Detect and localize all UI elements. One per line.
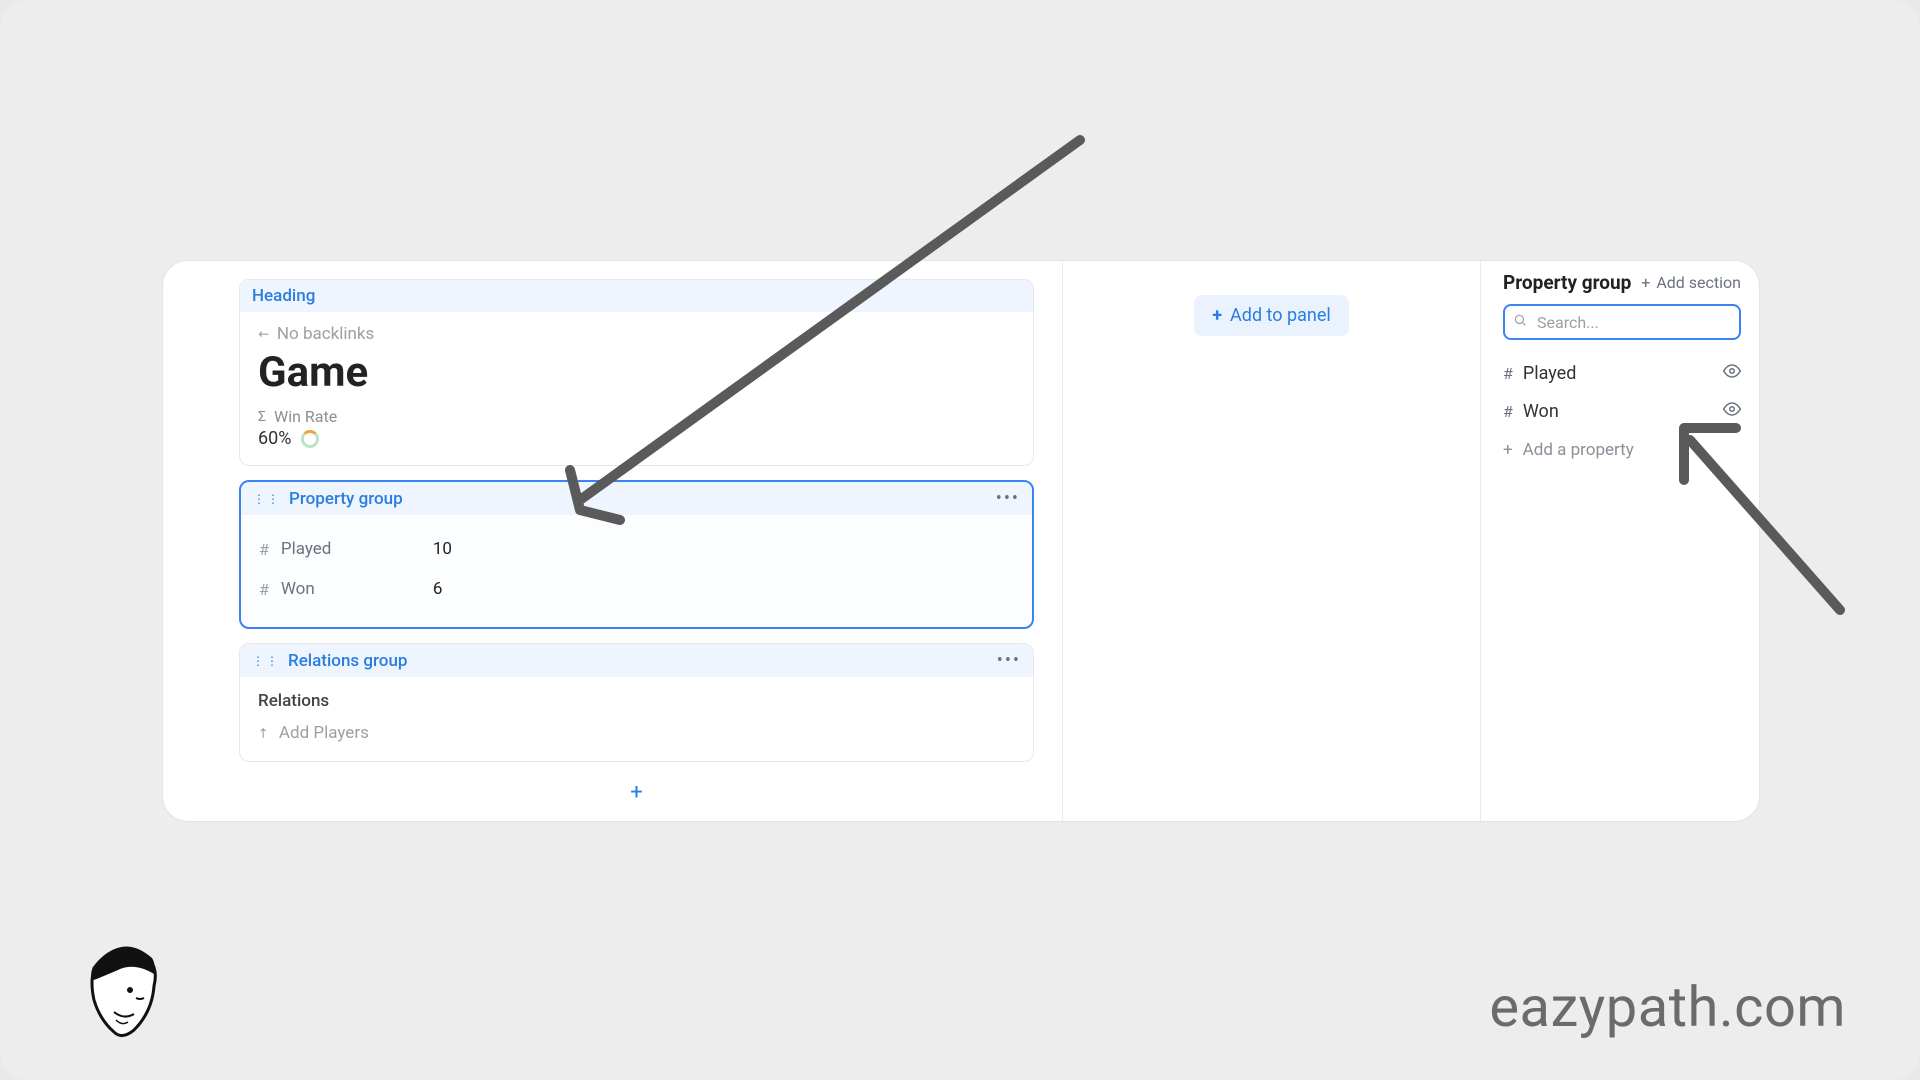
- card-menu-button[interactable]: •••: [997, 650, 1021, 671]
- avatar: [74, 940, 166, 1040]
- property-label: Played: [281, 539, 421, 559]
- add-section-button[interactable]: + Add section: [1641, 273, 1741, 292]
- side-prop-label: Played: [1523, 363, 1577, 384]
- drag-handle-icon[interactable]: [253, 492, 281, 506]
- add-section-label: Add section: [1656, 273, 1741, 292]
- winrate-label: Win Rate: [274, 407, 337, 426]
- add-property-label: Add a property: [1523, 440, 1634, 460]
- number-icon: #: [1503, 364, 1513, 383]
- progress-spinner-icon: [301, 430, 319, 448]
- brand-watermark: eazypath.com: [1489, 974, 1846, 1040]
- property-row-played[interactable]: # Played 10: [259, 529, 1014, 569]
- number-icon: #: [1503, 402, 1513, 421]
- heading-card[interactable]: Heading ↙ No backlinks Game Σ Win Rate 6…: [239, 279, 1034, 466]
- add-relation-label: Add Players: [279, 723, 369, 743]
- middle-column: + Add to panel: [1063, 261, 1481, 821]
- search-input[interactable]: [1503, 304, 1741, 340]
- property-group-header: Property group •••: [241, 482, 1032, 515]
- winrate-label-row[interactable]: Σ Win Rate: [240, 407, 1033, 428]
- page-title[interactable]: Game: [240, 344, 1033, 407]
- heading-section-label: Heading: [252, 286, 315, 306]
- winrate-value: 60%: [258, 428, 291, 449]
- add-block-row: +: [239, 780, 1034, 805]
- property-value: 10: [433, 539, 452, 559]
- backlinks-icon: ↙: [254, 325, 272, 343]
- relations-group-card[interactable]: Relations group ••• Relations ↗ Add Play…: [239, 643, 1034, 762]
- drag-handle-icon[interactable]: [252, 654, 280, 668]
- relations-body: Relations ↗ Add Players: [240, 677, 1033, 761]
- main-column: Heading ↙ No backlinks Game Σ Win Rate 6…: [163, 261, 1063, 821]
- property-label: Won: [281, 579, 421, 599]
- side-prop-row-played[interactable]: # Played: [1503, 354, 1741, 392]
- plus-icon: +: [1641, 273, 1650, 292]
- visibility-toggle-icon[interactable]: [1723, 362, 1741, 384]
- heading-card-header: Heading: [240, 280, 1033, 312]
- side-prop-row-won[interactable]: # Won: [1503, 392, 1741, 430]
- number-icon: #: [259, 540, 269, 559]
- property-row-won[interactable]: # Won 6: [259, 569, 1014, 609]
- plus-icon: +: [1503, 440, 1513, 460]
- relations-title: Relations: [258, 691, 1015, 711]
- card-menu-button[interactable]: •••: [996, 488, 1020, 509]
- search-wrap: [1503, 304, 1741, 340]
- number-icon: #: [259, 580, 269, 599]
- visibility-toggle-icon[interactable]: [1723, 400, 1741, 422]
- winrate-value-row: 60%: [240, 428, 1033, 465]
- side-panel-title: Property group: [1503, 271, 1631, 294]
- sigma-icon: Σ: [258, 409, 266, 425]
- app-window: Heading ↙ No backlinks Game Σ Win Rate 6…: [162, 260, 1760, 822]
- property-group-label: Property group: [289, 489, 403, 509]
- plus-icon: +: [1212, 305, 1222, 326]
- add-to-panel-label: Add to panel: [1230, 305, 1331, 326]
- side-panel-head: Property group + Add section: [1503, 271, 1741, 294]
- search-icon: [1513, 313, 1527, 331]
- side-prop-label: Won: [1523, 401, 1559, 422]
- relations-group-header: Relations group •••: [240, 644, 1033, 677]
- backlinks-row[interactable]: ↙ No backlinks: [240, 312, 1033, 344]
- property-value: 6: [433, 579, 443, 599]
- backlinks-text: No backlinks: [277, 324, 374, 344]
- add-to-panel-button[interactable]: + Add to panel: [1194, 295, 1349, 336]
- add-property-button[interactable]: + Add a property: [1503, 430, 1741, 470]
- relation-arrow-icon: ↗: [254, 724, 272, 742]
- add-block-button[interactable]: +: [630, 780, 642, 805]
- side-panel: Property group + Add section # Played #: [1481, 261, 1759, 821]
- relations-group-label: Relations group: [288, 651, 407, 671]
- add-relation-button[interactable]: ↗ Add Players: [258, 723, 1015, 743]
- property-list: # Played 10 # Won 6: [241, 515, 1032, 627]
- property-group-card[interactable]: Property group ••• # Played 10 # Won 6: [239, 480, 1034, 629]
